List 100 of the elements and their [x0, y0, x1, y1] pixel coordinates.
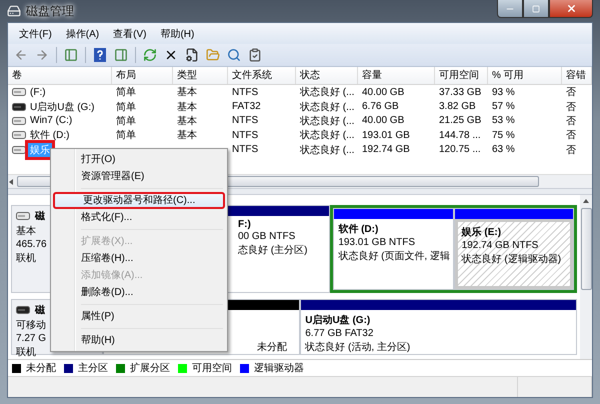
maximize-button[interactable] — [523, 0, 549, 18]
partition-block[interactable]: U启动U盘 (G:) 6.77 GB FAT32 状态良好 (活动, 主分区) — [300, 299, 577, 355]
context-menu-item[interactable]: 帮助(H) — [53, 332, 225, 349]
maximize-icon — [532, 4, 540, 12]
table-cell-text: 基本 — [177, 100, 197, 114]
table-cell: 75 % — [492, 130, 515, 141]
disk-info: 7.27 G — [16, 333, 46, 344]
volume-name[interactable]: 软件 (D:) — [28, 128, 72, 142]
table-cell-text: 简单 — [116, 128, 136, 142]
table-cell: FAT32 — [232, 101, 261, 112]
disk-management-icon — [7, 4, 21, 18]
properties-icon — [185, 48, 199, 62]
table-cell-text: 基本 — [177, 86, 197, 100]
table-cell: 120.75 ... — [439, 144, 481, 156]
help-button[interactable] — [91, 46, 109, 64]
menu-item[interactable]: 帮助(H) — [153, 26, 202, 40]
disk-info: 基本 — [16, 224, 36, 238]
close-icon — [566, 3, 576, 14]
window-title: 磁盘管理 — [26, 2, 74, 20]
scroll-left-arrow-icon[interactable] — [8, 178, 14, 184]
table-cell: 63 % — [492, 144, 515, 156]
open-folder-icon — [206, 48, 220, 62]
forward-icon — [35, 48, 49, 62]
table-cell-text: 状态良好 (... — [300, 114, 354, 128]
partition-title: U启动U盘 (G:) — [305, 313, 372, 327]
column-header[interactable]: % 可用 — [488, 67, 562, 84]
partition-info: 192.74 GB NTFS — [462, 240, 540, 251]
table-cell-text: 简单 — [116, 114, 136, 128]
legend-label: 逻辑驱动器 — [254, 362, 304, 375]
table-cell: 53 % — [492, 115, 515, 126]
table-cell-text: 否 — [566, 114, 576, 128]
column-header[interactable]: 状态 — [296, 67, 358, 84]
disk-info: 可移动 — [16, 319, 46, 332]
disk-info: 联机 — [16, 346, 36, 359]
table-cell: 6.76 GB — [362, 101, 399, 112]
context-menu-item[interactable]: 属性(P) — [53, 308, 225, 325]
column-header[interactable]: 容错 — [562, 67, 592, 84]
partition-info: 状态良好 (活动, 主分区) — [305, 340, 412, 354]
table-cell: 192.74 GB — [362, 144, 410, 156]
partition-info: 未分配 — [257, 340, 288, 354]
table-cell: NTFS — [232, 144, 258, 156]
context-menu-item[interactable]: 更改驱动器号和路径(C)... — [53, 192, 225, 209]
table-cell-text: 状态良好 (... — [300, 86, 354, 100]
minimize-button[interactable] — [497, 0, 523, 18]
table-cell: 144.78 ... — [439, 130, 481, 141]
delete-icon — [164, 48, 178, 62]
partition-title: 娱乐 (E:) — [462, 226, 502, 239]
vertical-scrollbar[interactable] — [580, 195, 592, 359]
disk-name: 磁 — [35, 210, 45, 223]
scrollbar-thumb[interactable] — [580, 208, 592, 290]
disk-info: 联机 — [16, 252, 36, 265]
disk-name: 磁 — [35, 304, 45, 317]
table-cell: 37.33 GB — [439, 86, 482, 98]
partition-title: F:) — [238, 219, 252, 230]
table-cell-text: 状态良好 (... — [300, 128, 354, 142]
column-header[interactable]: 容量 — [358, 67, 435, 84]
table-cell-text: 简单 — [116, 86, 136, 100]
partition-block[interactable]: 娱乐 (E:) 192.74 GB NTFS 状态良好 (逻辑驱动器) — [454, 208, 574, 290]
context-menu-item[interactable]: 资源管理器(E) — [53, 168, 225, 185]
legend-label: 扩展分区 — [130, 362, 170, 375]
partition-block[interactable]: 软件 (D:) 193.01 GB NTFS 状态良好 (页面文件, 逻辑 — [333, 208, 454, 290]
table-cell: 3.82 GB — [439, 101, 476, 112]
partition-info: 00 GB NTFS — [238, 231, 296, 242]
back-icon — [14, 48, 28, 62]
table-cell: 57 % — [492, 101, 515, 112]
table-cell-text: 基本 — [177, 114, 197, 128]
close-button[interactable] — [549, 0, 593, 18]
legend-label: 未分配 — [26, 362, 56, 375]
partition-info: 6.77 GB FAT32 — [305, 328, 374, 339]
table-cell-text: 简单 — [116, 100, 136, 114]
partition-info: 状态良好 (逻辑驱动器) — [462, 252, 562, 266]
table-cell: 193.01 GB — [362, 130, 410, 141]
partition-info: 193.01 GB NTFS — [338, 237, 416, 248]
column-header[interactable]: 文件系统 — [228, 67, 296, 84]
partition-info: 态良好 (主分区) — [238, 244, 308, 257]
partition-title: 软件 (D:) — [338, 222, 380, 236]
volume-name[interactable]: (F:) — [28, 86, 48, 98]
context-menu-item[interactable]: 打开(O) — [53, 151, 225, 168]
table-cell-text: 否 — [566, 86, 576, 100]
column-header[interactable]: 可用空间 — [435, 67, 488, 84]
search-button[interactable] — [225, 46, 243, 64]
column-header[interactable]: 类型 — [173, 67, 228, 84]
table-cell: 40.00 GB — [362, 86, 404, 98]
menu-item[interactable]: 查看(V) — [106, 26, 154, 40]
table-cell: 21.25 GB — [439, 115, 482, 126]
scroll-up-arrow-icon[interactable] — [583, 198, 589, 204]
menu-item[interactable]: 文件(F) — [12, 26, 59, 40]
menu-item[interactable]: 操作(A) — [58, 26, 106, 40]
table-cell: NTFS — [232, 86, 258, 98]
search-icon — [227, 48, 241, 62]
table-cell: NTFS — [232, 115, 258, 126]
table-cell-text: 否 — [566, 144, 576, 157]
table-cell-text: 基本 — [177, 128, 197, 142]
volume-name[interactable]: Win7 (C:) — [28, 115, 74, 126]
column-header[interactable]: 布局 — [112, 67, 173, 84]
legend-label: 可用空间 — [192, 362, 232, 375]
column-header[interactable]: 卷 — [8, 67, 112, 84]
table-cell: NTFS — [232, 130, 258, 141]
help-icon — [93, 48, 107, 62]
volume-name[interactable]: U启动U盘 (G:) — [28, 100, 96, 114]
